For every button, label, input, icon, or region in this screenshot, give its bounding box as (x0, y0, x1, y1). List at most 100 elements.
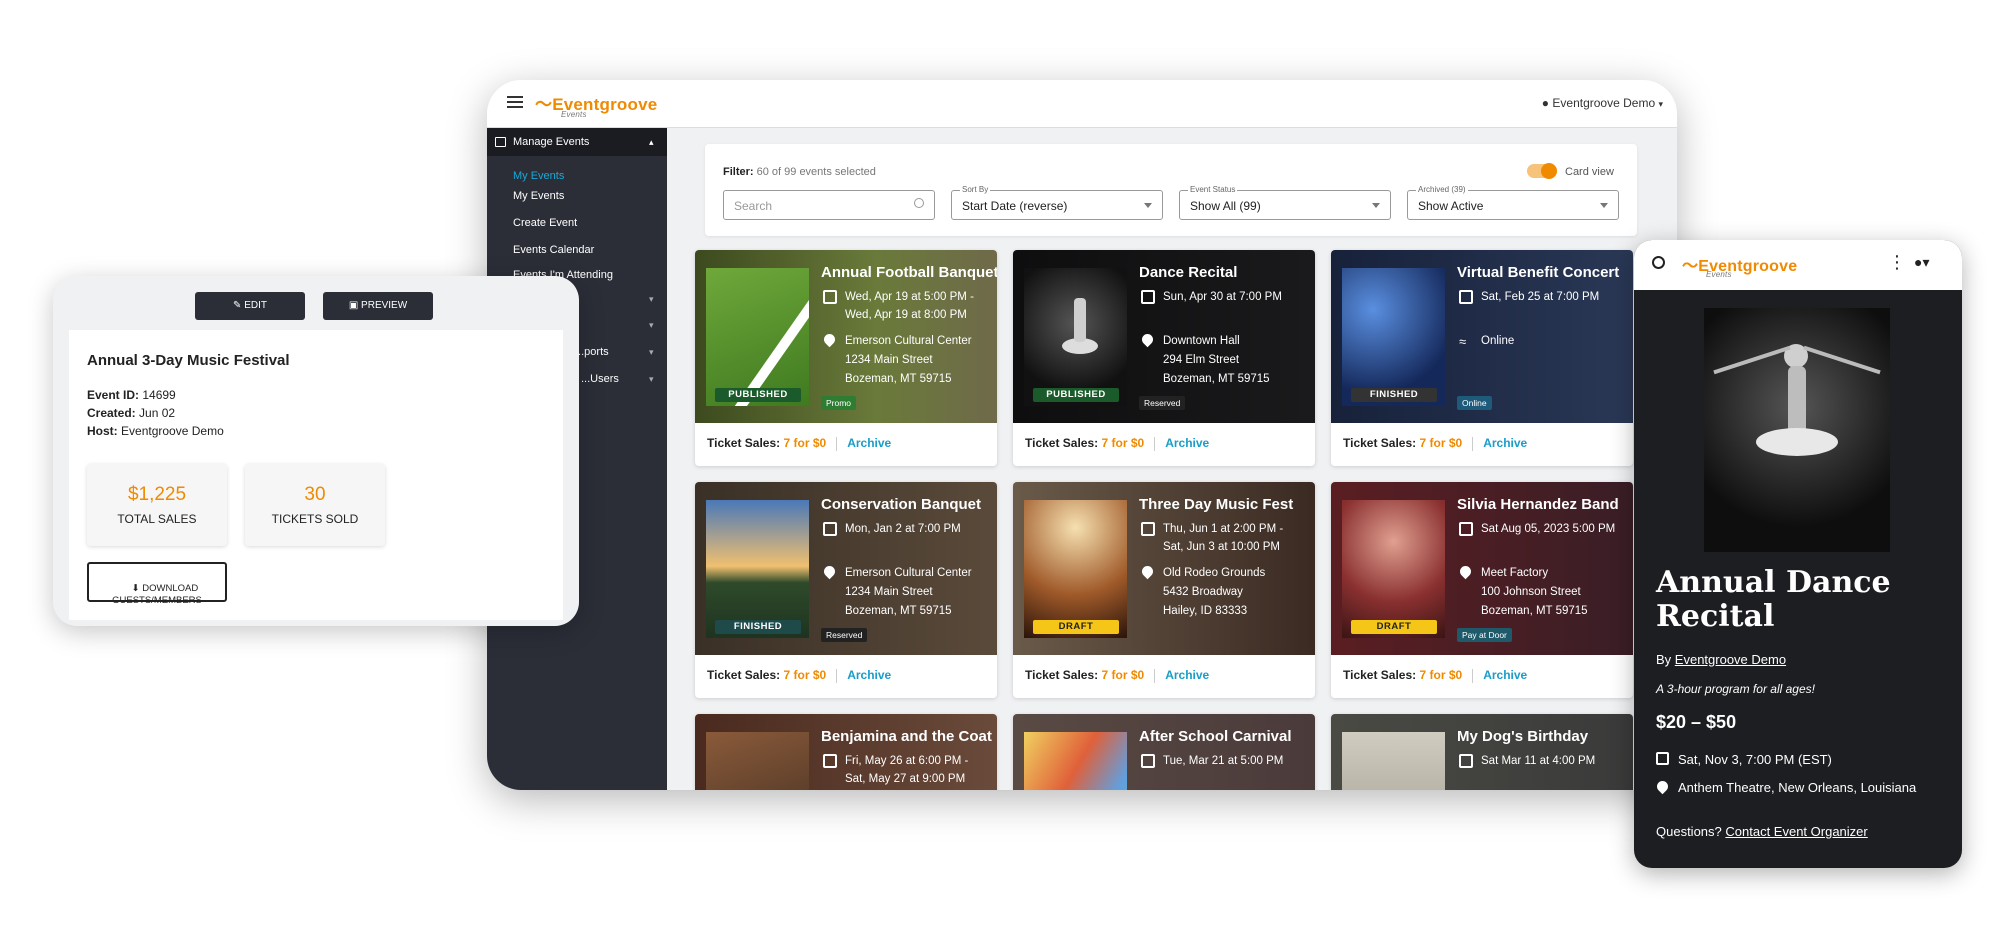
toggle-knob (1541, 163, 1557, 179)
event-location: Emerson Cultural Center 1234 Main Street… (845, 567, 972, 617)
event-date: Thu, Jun 1 at 2:00 PM - Sat, Jun 3 at 10… (1163, 523, 1284, 553)
event-title: Annual Football Banquet (821, 264, 997, 281)
status-badge: PUBLISHED (715, 388, 801, 402)
download-guests-button[interactable]: ⬇ DOWNLOAD GUESTS/MEMBERS (87, 562, 227, 606)
event-date: Mon, Jan 2 at 7:00 PM (845, 523, 961, 535)
calendar-icon (1459, 290, 1473, 304)
archive-link[interactable]: Archive (847, 668, 891, 682)
event-image (706, 500, 809, 638)
pencil-icon: ✎ (233, 300, 242, 311)
event-location: Downtown Hall 294 Elm Street Bozeman, MT… (1163, 335, 1270, 385)
wifi-icon: ≈ (1459, 334, 1467, 349)
event-date: Sun, Apr 30 at 7:00 PM (1163, 291, 1282, 303)
sidebar-item-my-events-active[interactable]: My Events (513, 170, 564, 182)
archive-link[interactable]: Archive (1165, 668, 1209, 682)
calendar-icon (1459, 522, 1473, 536)
logo[interactable]: 〜Eventgroove Events (1682, 252, 1797, 279)
archive-link[interactable]: Archive (1165, 436, 1209, 450)
edit-button[interactable]: ✎ EDIT (195, 292, 305, 320)
sidebar-item-reports[interactable]: ...ports (575, 346, 609, 358)
event-card[interactable]: My Dog's Birthday Sat Mar 11 at 4:00 PM (1331, 714, 1633, 790)
event-card[interactable]: Dance Recital Sun, Apr 30 at 7:00 PM Dow… (1013, 250, 1315, 466)
archive-link[interactable]: Archive (1483, 436, 1527, 450)
event-title: Silvia Hernandez Band (1457, 496, 1619, 513)
event-card[interactable]: Silvia Hernandez Band Sat Aug 05, 2023 5… (1331, 482, 1633, 698)
chevron-down-icon[interactable]: ▾ (649, 320, 654, 331)
event-tag: Reserved (1139, 396, 1186, 410)
search-input[interactable]: Search (723, 190, 935, 220)
event-image (1342, 500, 1445, 638)
event-date: Sat, Nov 3, 7:00 PM (EST) (1678, 752, 1832, 767)
archive-link[interactable]: Archive (847, 436, 891, 450)
event-card[interactable]: Benjamina and the Coat Fri, May 26 at 6:… (695, 714, 997, 790)
status-badge: FINISHED (1351, 388, 1437, 402)
sidebar-item-my-events[interactable]: My Events (513, 190, 564, 202)
event-date: Sat Mar 11 at 4:00 PM (1481, 755, 1596, 767)
sort-select[interactable]: Sort By Start Date (reverse) (951, 185, 1163, 220)
event-tag: Promo (821, 396, 857, 410)
sidebar-item-users[interactable]: ...Users (581, 373, 619, 385)
event-card[interactable]: After School Carnival Tue, Mar 21 at 5:0… (1013, 714, 1315, 790)
card-view-toggle[interactable] (1527, 163, 1557, 179)
status-badge: DRAFT (1351, 620, 1437, 634)
search-icon[interactable] (1652, 256, 1665, 269)
event-tagline: A 3-hour program for all ages! (1656, 682, 1815, 696)
mobile-event-page: 〜Eventgroove Events ⋮ ●▾ Annual Dance Re… (1634, 240, 1962, 868)
event-price: $20 – $50 (1656, 712, 1737, 732)
sidebar-item-create-event[interactable]: Create Event (513, 217, 577, 229)
event-date: Wed, Apr 19 at 5:00 PM - Wed, Apr 19 at … (845, 291, 974, 321)
person-icon[interactable]: ●▾ (1914, 254, 1929, 271)
event-meta: Event ID: 14699 Created: Jun 02 Host: Ev… (87, 388, 224, 438)
questions-row: Questions? Contact Event Organizer (1656, 824, 1868, 839)
desktop-window: 〜Eventgroove Events ● Eventgroove Demo ▾… (487, 80, 1677, 790)
preview-button[interactable]: ▣ PREVIEW (323, 292, 433, 320)
menu-icon[interactable] (507, 96, 523, 108)
chevron-up-icon: ▴ (649, 137, 654, 147)
ticket-sales: Ticket Sales: 7 for $0 Archive (1025, 668, 1210, 683)
event-tag: Reserved (821, 628, 868, 642)
calendar-icon (1141, 290, 1155, 304)
event-card[interactable]: Conservation Banquet Mon, Jan 2 at 7:00 … (695, 482, 997, 698)
status-select[interactable]: Event Status Show All (99) (1179, 185, 1391, 220)
monitor-icon: ▣ (348, 300, 359, 311)
chevron-down-icon[interactable]: ▾ (649, 347, 654, 358)
event-title: Benjamina and the Coat (821, 728, 992, 745)
event-card[interactable]: Annual Football Banquet Wed, Apr 19 at 5… (695, 250, 997, 466)
status-badge: FINISHED (715, 620, 801, 634)
more-vert-icon[interactable]: ⋮ (1888, 252, 1906, 273)
status-badge: PUBLISHED (1033, 388, 1119, 402)
event-hero-image (1704, 308, 1890, 552)
calendar-icon (495, 137, 506, 147)
archive-link[interactable]: Archive (1483, 668, 1527, 682)
event-image (1024, 268, 1127, 406)
chevron-down-icon (1372, 203, 1380, 208)
chevron-down-icon (1600, 203, 1608, 208)
ticket-sales: Ticket Sales: 7 for $0 Archive (1343, 668, 1528, 683)
calendar-icon (823, 522, 837, 536)
archived-select[interactable]: Archived (39) Show Active (1407, 185, 1619, 220)
ticket-sales: Ticket Sales: 7 for $0 Archive (707, 668, 892, 683)
event-location: Online (1481, 335, 1515, 347)
sidebar-item-events-calendar[interactable]: Events Calendar (513, 244, 594, 256)
event-image (706, 268, 809, 406)
event-date: Tue, Mar 21 at 5:00 PM (1163, 755, 1284, 767)
event-image (1342, 268, 1445, 406)
event-venue: Anthem Theatre, New Orleans, Louisiana (1678, 780, 1917, 795)
search-icon (914, 198, 924, 208)
sidebar-item-manage-events[interactable]: Manage Events ▴ (487, 128, 667, 156)
host-link[interactable]: Eventgroove Demo (1675, 652, 1786, 667)
calendar-icon (823, 290, 837, 304)
download-icon: ⬇ (131, 583, 140, 594)
user-menu[interactable]: ● Eventgroove Demo ▾ (1542, 96, 1663, 110)
event-date: Fri, May 26 at 6:00 PM - Sat, May 27 at … (845, 755, 969, 785)
event-card[interactable]: Virtual Benefit Concert Sat, Feb 25 at 7… (1331, 250, 1633, 466)
card-view-label: Card view (1565, 166, 1614, 178)
event-image (1024, 732, 1127, 790)
chevron-down-icon[interactable]: ▾ (649, 374, 654, 385)
event-title: My Dog's Birthday (1457, 728, 1589, 745)
event-location: Old Rodeo Grounds 5432 Broadway Hailey, … (1163, 567, 1266, 617)
event-card[interactable]: Three Day Music Fest Thu, Jun 1 at 2:00 … (1013, 482, 1315, 698)
logo[interactable]: 〜Eventgroove Events (535, 90, 657, 119)
contact-organizer-link[interactable]: Contact Event Organizer (1725, 824, 1867, 839)
chevron-down-icon[interactable]: ▾ (649, 294, 654, 305)
